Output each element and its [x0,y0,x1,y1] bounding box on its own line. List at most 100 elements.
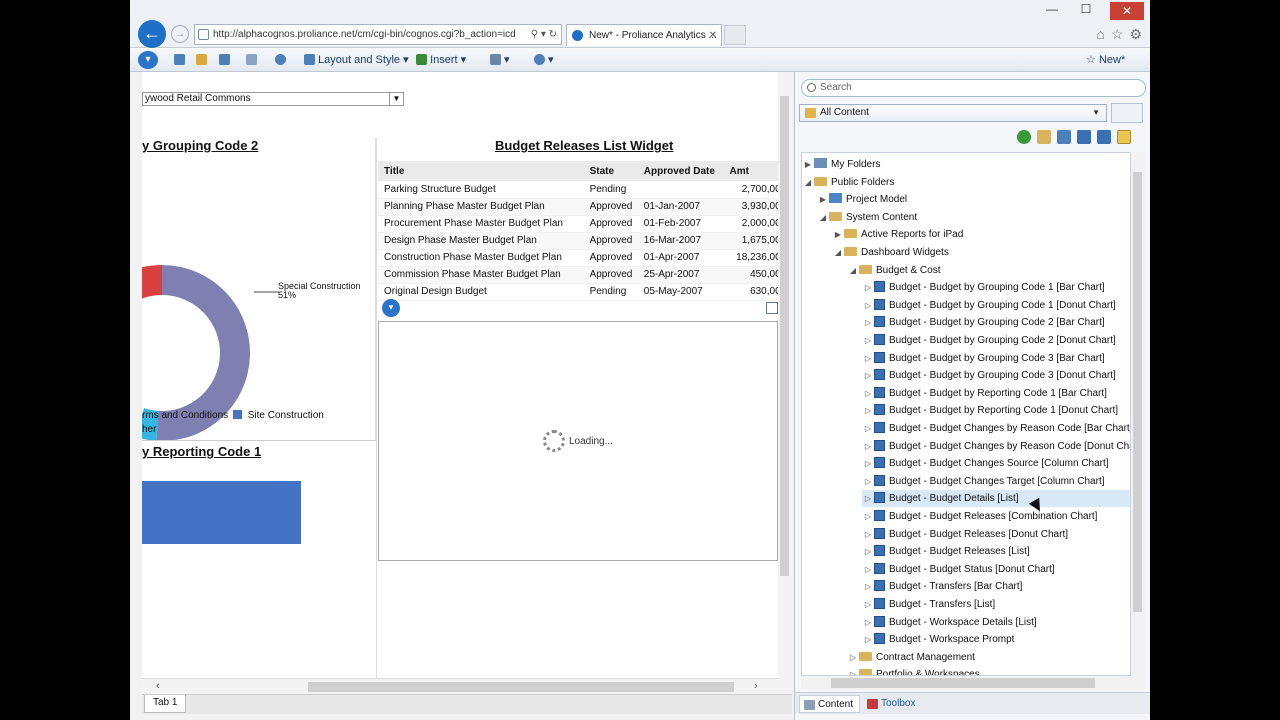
expand-toggle-icon[interactable]: ◢ [817,209,829,226]
properties-icon[interactable] [1057,130,1071,144]
expand-toggle-icon[interactable]: ▷ [862,314,874,331]
canvas-horizontal-scrollbar[interactable]: ‹ › [142,678,789,694]
tree-node[interactable]: ▷ Budget - Budget by Grouping Code 2 [Don… [862,332,1130,349]
scroll-thumb[interactable] [831,678,1095,688]
expand-toggle-icon[interactable]: ▷ [847,666,859,675]
tree-node[interactable]: ▷ Contract Management [847,649,1130,666]
tree-node[interactable]: ▷ Budget - Transfers [List] [862,596,1130,613]
tree-node[interactable]: ◢ Budget & Cost [847,262,1130,279]
table-row[interactable]: Planning Phase Master Budget Plan Approve… [378,198,789,216]
table-row[interactable]: Construction Phase Master Budget Plan App… [378,249,789,267]
tree-node[interactable]: ▷ Budget - Budget by Grouping Code 3 [Don… [862,367,1130,384]
expand-toggle-icon[interactable]: ▶ [832,226,844,243]
tree-node[interactable]: ▷ Budget - Budget Status [Donut Chart] [862,561,1130,578]
expand-toggle-icon[interactable]: ▷ [862,438,874,455]
minimize-icon[interactable]: — [1042,2,1062,20]
scroll-thumb[interactable] [308,682,734,692]
tree-node[interactable]: ▷ Budget - Budget Releases [Donut Chart] [862,526,1130,543]
tree-node[interactable]: ▷ Budget - Budget by Grouping Code 1 [Bar… [862,279,1130,296]
scroll-right-icon[interactable]: › [754,680,758,692]
table-row[interactable]: Original Design Budget Pending 05-May-2007… [378,283,789,301]
expand-toggle-icon[interactable]: ▶ [817,191,829,208]
expand-toggle-icon[interactable]: ▷ [862,508,874,525]
expand-toggle-icon[interactable]: ▷ [862,578,874,595]
browser-tab[interactable]: New* - Proliance Analytics ... ✕ [566,24,722,46]
chevron-down-icon[interactable]: ▼ [1092,105,1100,121]
tree-view-icon[interactable] [1117,130,1131,144]
tree-node[interactable]: ▷ Budget - Budget Changes by Reason Code … [862,438,1130,455]
tree-node[interactable]: ▷ Budget - Budget Changes Source [Column … [862,455,1130,472]
tree-node[interactable]: ◢ Dashboard Widgets [832,244,1130,261]
back-button[interactable]: ← [138,20,166,48]
expand-toggle-icon[interactable]: ▷ [862,297,874,314]
tree-node[interactable]: ▷ Budget - Budget by Grouping Code 3 [Bar… [862,350,1130,367]
save-icon[interactable] [219,52,230,68]
tree-node[interactable]: ▷ Budget - Workspace Prompt [862,631,1130,648]
widget-menu-button[interactable]: ▾ [382,299,400,317]
content-action-button[interactable] [1111,103,1143,123]
expand-toggle-icon[interactable]: ▷ [862,402,874,419]
table-row[interactable]: Parking Structure Budget Pending 2,700,000… [378,181,789,199]
settings-gear-icon[interactable]: ⚙ [1129,26,1142,43]
maximize-icon[interactable]: ☐ [1076,2,1096,20]
column-header[interactable]: Approved Date [637,161,724,181]
tree-vertical-scrollbar[interactable] [1131,152,1145,676]
refresh-icon[interactable] [1017,130,1031,144]
chevron-down-icon[interactable]: ▼ [389,93,403,105]
column-header[interactable]: State [583,161,638,181]
tab-close-icon[interactable]: ✕ [709,25,717,46]
tab-1[interactable]: Tab 1 [144,695,187,713]
actions-menu[interactable]: ▾ [490,52,510,68]
tree-node[interactable]: ▶ Active Reports for iPad [832,226,1130,243]
tree-node[interactable]: ▷ Budget - Workspace Details [List] [862,614,1130,631]
new-tab-button[interactable] [724,25,746,45]
scroll-left-icon[interactable]: ‹ [156,680,160,692]
tree-node[interactable]: ▷ Budget - Budget Changes Target [Column … [862,473,1130,490]
column-header[interactable]: Title [378,161,584,181]
home-icon[interactable]: ⌂ [1096,26,1104,43]
expand-toggle-icon[interactable]: ◢ [832,244,844,261]
context-select[interactable]: ywood Retail Commons ▼ [142,92,404,106]
expand-toggle-icon[interactable]: ▶ [802,156,814,173]
expand-toggle-icon[interactable]: ▷ [862,614,874,631]
expand-toggle-icon[interactable]: ▷ [862,279,874,296]
open-icon[interactable] [196,52,207,68]
search-input[interactable]: Search [801,79,1146,97]
tree-node[interactable]: ▷ Budget - Budget Details [List] [862,490,1130,508]
tree-node[interactable]: ▷ Budget - Transfers [Bar Chart] [862,578,1130,595]
expand-toggle-icon[interactable]: ◢ [847,262,859,279]
help-menu[interactable]: ▾ [534,52,554,68]
tree-node[interactable]: ▶ My Folders [802,156,1130,173]
expand-toggle-icon[interactable]: ▷ [862,490,874,507]
address-bar[interactable]: http://alphacognos.proliance.net/cm/cgi-… [194,24,562,45]
expand-toggle-icon[interactable]: ▷ [862,455,874,472]
expand-toggle-icon[interactable]: ▷ [862,473,874,490]
tree-horizontal-scrollbar[interactable] [801,676,1145,690]
tree-node[interactable]: ◢ System Content [817,209,1130,226]
tree-node[interactable]: ▷ Budget - Budget by Grouping Code 1 [Don… [862,297,1130,314]
thumbnail-view-icon[interactable] [1077,130,1091,144]
tree-node[interactable]: ▷ Budget - Budget by Grouping Code 2 [Bar… [862,314,1130,331]
scroll-thumb[interactable] [780,96,789,576]
email-icon[interactable] [246,52,257,68]
refresh-icon[interactable] [275,52,286,68]
expand-toggle-icon[interactable]: ▷ [862,420,874,437]
layout-style-menu[interactable]: Layout and Style ▾ [304,52,409,68]
tree-node[interactable]: ▷ Budget - Budget by Reporting Code 1 [Do… [862,402,1130,419]
tree-node[interactable]: ▷ Portfolio & Workspaces [847,666,1130,675]
tree-node[interactable]: ◢ Public Folders [802,174,1130,191]
canvas-vertical-scrollbar[interactable] [778,72,792,694]
expand-toggle-icon[interactable]: ▷ [862,526,874,543]
tree-node[interactable]: ▶ Project Model [817,191,1130,208]
forward-button[interactable]: → [171,25,189,43]
address-controls[interactable]: ⚲ ▾ ↻ [531,25,557,44]
scroll-thumb[interactable] [1133,172,1142,612]
expand-toggle-icon[interactable]: ▷ [862,332,874,349]
expand-toggle-icon[interactable]: ▷ [862,631,874,648]
table-row[interactable]: Design Phase Master Budget Plan Approved 1… [378,232,789,250]
table-row[interactable]: Procurement Phase Master Budget Plan Appr… [378,215,789,233]
expand-toggle-icon[interactable]: ▷ [862,367,874,384]
expand-toggle-icon[interactable]: ▷ [862,385,874,402]
list-view-icon[interactable] [1097,130,1111,144]
new-folder-icon[interactable] [1037,130,1051,144]
